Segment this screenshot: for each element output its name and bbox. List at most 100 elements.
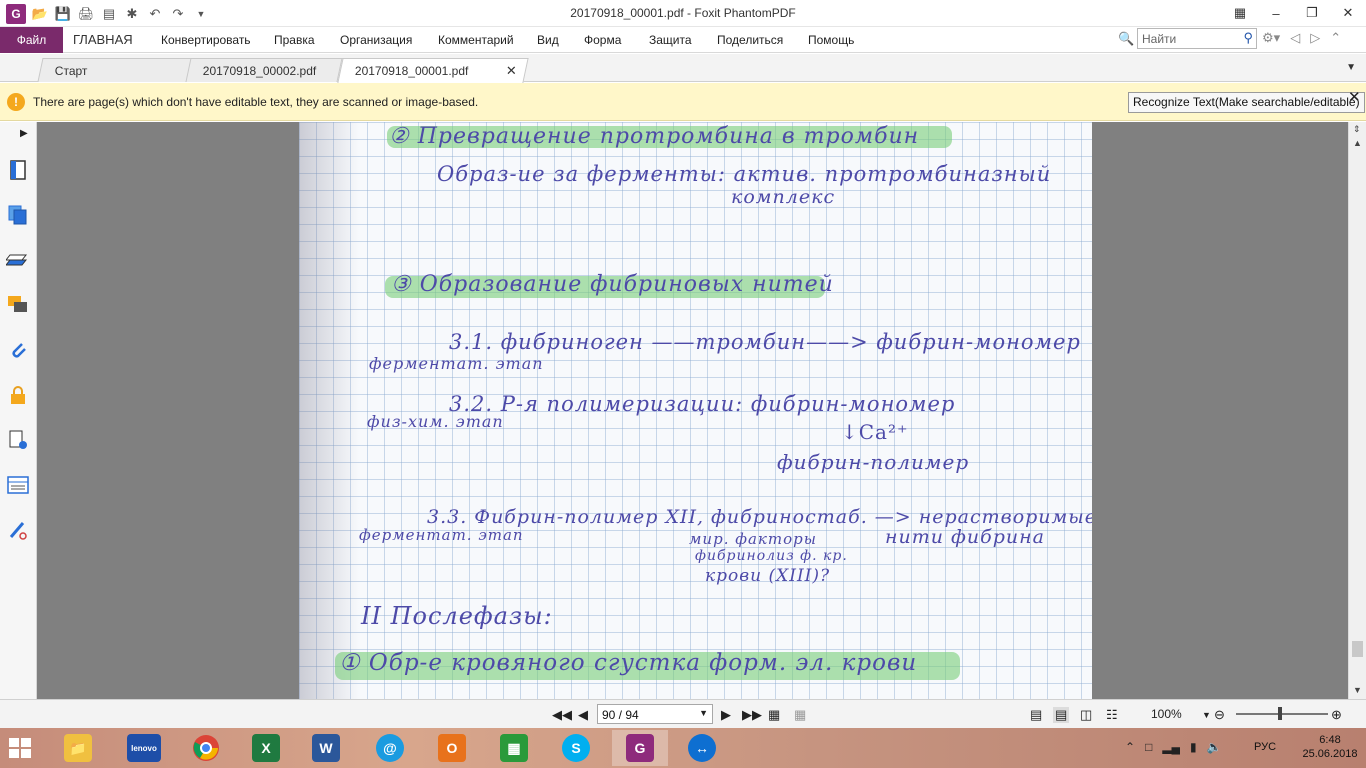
find-folder-icon[interactable]: 🔍 <box>1118 31 1134 47</box>
continuous-facing-view-icon[interactable]: ☷ <box>1106 707 1118 723</box>
recognize-text-button[interactable]: Recognize Text(Make searchable/editable) <box>1128 92 1365 113</box>
tab-organize[interactable]: Организация <box>340 33 412 47</box>
close-tab-icon[interactable]: ✕ <box>506 63 517 79</box>
next-page-icon[interactable]: ▶ <box>721 707 731 723</box>
restore-button[interactable]: ❐ <box>1294 0 1330 26</box>
foxit-phantompdf-icon[interactable]: G <box>612 730 668 766</box>
zoom-in-icon[interactable]: ⊕ <box>1331 707 1342 723</box>
lenovo-icon[interactable]: lenovo <box>116 730 172 766</box>
skype-icon[interactable]: S <box>548 730 604 766</box>
mail-icon[interactable]: @ <box>362 730 418 766</box>
handwritten-line: комплекс <box>731 186 836 208</box>
document-tab-bar: Старт 20170918_00002.pdf 20170918_00001.… <box>0 54 1366 83</box>
handwritten-line: крови (XIII)? <box>705 566 831 586</box>
tab-home[interactable]: ГЛАВНАЯ <box>73 32 133 47</box>
network-icon[interactable]: □ <box>1145 740 1152 754</box>
tab-edit[interactable]: Правка <box>274 33 315 47</box>
excel-icon[interactable]: X <box>238 730 294 766</box>
scroll-up-icon[interactable]: ▲ <box>1353 138 1362 148</box>
split-view-icon[interactable]: ⇕ <box>1353 124 1361 135</box>
handwritten-line: 3.1. фибриноген ——тромбин——> фибрин-моно… <box>449 330 1081 354</box>
outlook-icon[interactable]: O <box>424 730 480 766</box>
single-page-view-icon[interactable]: ▤ <box>1030 707 1042 723</box>
tab-list-chevron-icon[interactable]: ▼ <box>1346 62 1356 73</box>
tab-comment[interactable]: Комментарий <box>438 33 514 47</box>
page-dropdown-icon[interactable]: ▼ <box>699 708 708 718</box>
windows-taskbar: 📁 lenovo X W @ O ▦ S G ↔ ⌃ □ ▂▄ ▮ 🔈 РУС … <box>0 728 1366 768</box>
document-view[interactable]: ② Превращение протромбина в тромбин Обра… <box>37 122 1348 699</box>
word-icon[interactable]: W <box>298 730 354 766</box>
close-button[interactable]: ✕ <box>1330 0 1366 26</box>
file-menu-button[interactable]: Файл <box>0 27 63 53</box>
layers-icon[interactable] <box>6 248 30 272</box>
scanned-document-notice: ! There are page(s) which don't have edi… <box>0 83 1366 121</box>
facing-view-icon[interactable]: ◫ <box>1080 707 1092 723</box>
zoom-level[interactable]: 100% <box>1151 707 1182 721</box>
attachments-icon[interactable] <box>6 338 30 362</box>
handwritten-line: нити фибрина <box>885 526 1045 548</box>
warning-icon: ! <box>7 93 25 111</box>
document-properties-icon[interactable] <box>6 428 30 452</box>
forward-icon[interactable]: ▷ <box>1310 30 1320 46</box>
window-controls: ▦ – ❐ ✕ <box>1222 0 1366 26</box>
bookmark-icon[interactable] <box>6 158 30 182</box>
tab-share[interactable]: Поделиться <box>717 33 783 47</box>
tab-document-1[interactable]: 20170918_00001.pdf ✕ <box>337 58 529 83</box>
ribbon-display-icon[interactable]: ▦ <box>1222 0 1258 26</box>
volume-icon[interactable]: 🔈 <box>1207 740 1222 754</box>
vertical-scrollbar[interactable]: ⇕ ▲ ▼ <box>1348 122 1366 699</box>
security-icon[interactable] <box>6 383 30 407</box>
show-hidden-icons-icon[interactable]: ⌃ <box>1125 740 1135 754</box>
expand-panel-icon[interactable]: ▶ <box>20 128 28 139</box>
fit-width-icon[interactable]: ▦ <box>794 707 806 723</box>
fit-page-icon[interactable]: ▦ <box>768 707 780 723</box>
zoom-out-icon[interactable]: ⊖ <box>1214 707 1225 723</box>
search-input[interactable]: Найти ⚲ <box>1137 28 1257 49</box>
handwritten-line: ② Превращение протромбина в тромбин <box>389 124 920 149</box>
page-indicator: 90 / 94 <box>602 708 639 722</box>
last-page-icon[interactable]: ▶▶ <box>742 707 762 723</box>
battery-icon[interactable]: ▮ <box>1190 740 1197 754</box>
tab-label: Старт <box>54 64 88 78</box>
collapse-ribbon-icon[interactable]: ⌃ <box>1330 30 1341 46</box>
chrome-icon[interactable] <box>178 730 234 766</box>
close-notice-icon[interactable]: ✕ <box>1348 88 1361 106</box>
zoom-slider[interactable] <box>1236 713 1328 715</box>
tab-document-2[interactable]: 20170918_00002.pdf <box>185 58 343 82</box>
minimize-button[interactable]: – <box>1258 0 1294 26</box>
pages-icon[interactable] <box>6 203 30 227</box>
signal-icon[interactable]: ▂▄ <box>1162 740 1180 754</box>
system-clock[interactable]: 6:48 25.06.2018 <box>1297 733 1363 761</box>
window-title: 20170918_00001.pdf - Foxit PhantomPDF <box>570 6 796 20</box>
first-page-icon[interactable]: ◀◀ <box>552 707 572 723</box>
page-number-input[interactable]: 90 / 94 ▼ <box>597 704 713 724</box>
handwritten-line: фибрин-полимер <box>777 450 970 474</box>
tab-convert[interactable]: Конвертировать <box>161 33 251 47</box>
tab-protect[interactable]: Защита <box>649 33 692 47</box>
language-indicator[interactable]: РУС <box>1254 741 1276 753</box>
previous-page-icon[interactable]: ◀ <box>578 707 588 723</box>
tab-view[interactable]: Вид <box>537 33 559 47</box>
pdf-page: ② Превращение протромбина в тромбин Обра… <box>299 122 1092 699</box>
tab-form[interactable]: Форма <box>584 33 621 47</box>
zoom-slider-thumb[interactable] <box>1278 707 1282 720</box>
comments-icon[interactable] <box>6 293 30 317</box>
teamviewer-icon[interactable]: ↔ <box>674 730 730 766</box>
store-icon[interactable]: ▦ <box>486 730 542 766</box>
windows-start-icon[interactable] <box>8 737 32 759</box>
signature-icon[interactable] <box>6 518 30 542</box>
file-explorer-icon[interactable]: 📁 <box>50 730 106 766</box>
scrollbar-thumb[interactable] <box>1352 641 1363 657</box>
settings-icon[interactable]: ⚙▾ <box>1262 30 1280 46</box>
continuous-view-icon[interactable]: ▤ <box>1053 707 1070 723</box>
tab-label: 20170918_00001.pdf <box>354 64 469 78</box>
clock-time: 6:48 <box>1319 734 1341 746</box>
back-icon[interactable]: ◁ <box>1290 30 1300 46</box>
scroll-down-icon[interactable]: ▼ <box>1353 685 1362 695</box>
zoom-dropdown-icon[interactable]: ▼ <box>1202 710 1211 720</box>
tab-start[interactable]: Старт <box>37 58 195 82</box>
search-icon[interactable]: ⚲ <box>1243 30 1253 46</box>
tab-help[interactable]: Помощь <box>808 33 854 47</box>
handwritten-line: мир. факторы <box>689 530 817 548</box>
form-fields-icon[interactable] <box>6 473 30 497</box>
